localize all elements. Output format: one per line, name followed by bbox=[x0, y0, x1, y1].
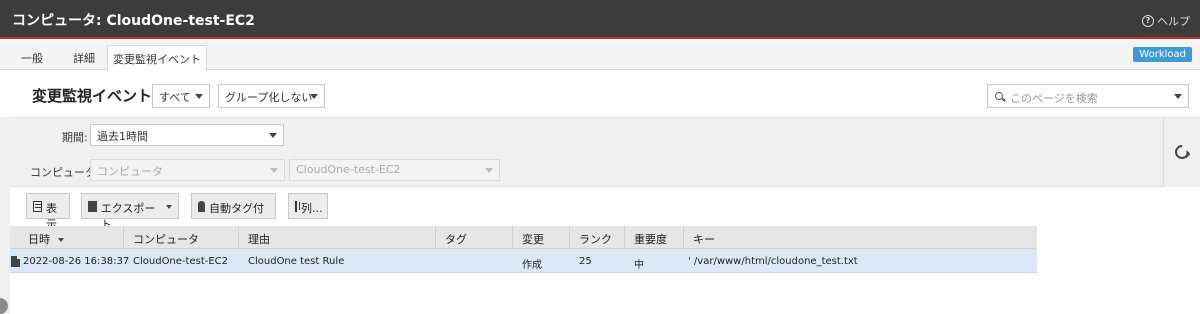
search-icon bbox=[995, 92, 1003, 100]
search-placeholder: このページを検索 bbox=[1010, 92, 1098, 105]
list-icon bbox=[33, 201, 42, 212]
columns-icon bbox=[295, 201, 300, 212]
period-dropdown[interactable]: 過去1時間 bbox=[90, 124, 284, 146]
tab-general[interactable]: 一般 bbox=[12, 45, 52, 70]
filter-all-label: すべて bbox=[159, 91, 191, 104]
column-header-rank[interactable]: ランク bbox=[579, 231, 612, 247]
help-label: ヘルプ bbox=[1157, 15, 1190, 28]
column-header-datetime[interactable]: 日時 bbox=[28, 231, 64, 247]
period-label: 期間: bbox=[62, 131, 88, 144]
chevron-down-icon bbox=[166, 205, 172, 209]
document-icon bbox=[11, 256, 20, 267]
chevron-down-icon[interactable] bbox=[1174, 94, 1182, 99]
chevron-down-icon bbox=[269, 133, 277, 138]
chevron-down-icon bbox=[270, 168, 278, 173]
computer-name-value: CloudOne-test-EC2 bbox=[296, 163, 401, 176]
computer-scope-value: コンピュータ bbox=[97, 165, 163, 178]
filter-all-dropdown[interactable]: すべて bbox=[152, 84, 210, 108]
column-header-change[interactable]: 変更 bbox=[522, 231, 544, 247]
cell-key: ' /var/www/html/cloudone_test.txt bbox=[688, 256, 858, 267]
column-header-computer[interactable]: コンピュータ bbox=[133, 231, 199, 247]
sort-desc-icon bbox=[57, 238, 64, 242]
events-table: 日時 コンピュータ 理由 タグ 変更 ランク 重要度 キー 2022-08-26… bbox=[10, 226, 1037, 273]
toolbar: 表示 エクスポート 自動タグ付け... 列... bbox=[10, 188, 1200, 231]
computer-scope-dropdown[interactable]: コンピュータ bbox=[90, 159, 285, 181]
chevron-down-icon bbox=[310, 94, 318, 99]
column-header-key[interactable]: キー bbox=[693, 231, 715, 247]
workload-badge: Workload bbox=[1133, 47, 1192, 62]
refresh-icon bbox=[1172, 142, 1192, 162]
tab-bar: 一般 詳細 変更監視イベント Workload bbox=[0, 41, 1200, 71]
page-header: 変更監視イベント すべて グループ化しない このページを検索 bbox=[0, 71, 1200, 117]
cell-reason: CloudOne test Rule bbox=[248, 256, 345, 267]
group-by-label: グループ化しない bbox=[225, 91, 313, 104]
autotag-button[interactable]: 自動タグ付け... bbox=[191, 193, 276, 219]
search-input[interactable]: このページを検索 bbox=[987, 84, 1189, 108]
period-value: 過去1時間 bbox=[97, 130, 148, 143]
page-title: 変更監視イベント bbox=[32, 87, 153, 105]
table-header: 日時 コンピュータ 理由 タグ 変更 ランク 重要度 キー bbox=[10, 226, 1037, 249]
autotag-label: 自動タグ付け... bbox=[209, 202, 265, 215]
columns-label: 列... bbox=[301, 202, 323, 215]
columns-button[interactable]: 列... bbox=[288, 193, 328, 219]
export-button[interactable]: エクスポート bbox=[81, 193, 179, 231]
filter-panel: 期間: 過去1時間 コンピュータ: コンピュータ CloudOne-test-E… bbox=[10, 117, 1200, 187]
cell-computer: CloudOne-test-EC2 bbox=[133, 256, 229, 267]
computer-name-dropdown[interactable]: CloudOne-test-EC2 bbox=[289, 159, 500, 181]
show-label: 表示 bbox=[45, 202, 57, 231]
column-header-severity[interactable]: 重要度 bbox=[634, 231, 667, 247]
title-bar: コンピュータ: CloudOne-test-EC2 ? ヘルプ bbox=[0, 0, 1200, 39]
group-by-dropdown[interactable]: グループ化しない bbox=[218, 84, 325, 108]
tag-icon bbox=[198, 201, 206, 212]
tab-details[interactable]: 詳細 bbox=[62, 45, 106, 70]
left-strip bbox=[0, 117, 10, 314]
cell-change: 作成 bbox=[522, 260, 542, 271]
help-icon: ? bbox=[1142, 15, 1154, 27]
cell-datetime: 2022-08-26 16:38:37 bbox=[23, 256, 130, 267]
export-label: エクスポート bbox=[100, 202, 156, 231]
chevron-down-icon bbox=[195, 94, 203, 99]
cell-rank: 25 bbox=[579, 256, 592, 267]
chevron-down-icon bbox=[485, 168, 493, 173]
cell-severity: 中 bbox=[634, 260, 644, 271]
window-title: コンピュータ: CloudOne-test-EC2 bbox=[12, 13, 255, 29]
column-header-tag[interactable]: タグ bbox=[445, 231, 467, 247]
refresh-button[interactable] bbox=[1163, 118, 1200, 187]
export-icon bbox=[88, 201, 97, 212]
table-row[interactable]: 2022-08-26 16:38:37 CloudOne-test-EC2 Cl… bbox=[10, 249, 1037, 273]
column-header-reason[interactable]: 理由 bbox=[248, 231, 270, 247]
help-link[interactable]: ? ヘルプ bbox=[1142, 13, 1190, 29]
show-button[interactable]: 表示 bbox=[26, 193, 70, 231]
tab-integrity-events[interactable]: 変更監視イベント bbox=[107, 45, 207, 71]
